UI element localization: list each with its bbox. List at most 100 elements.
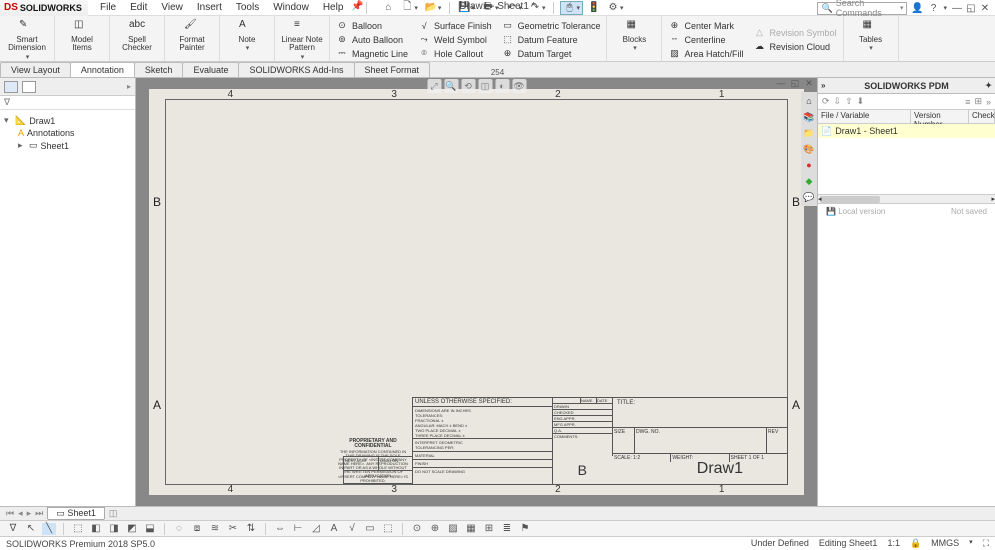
center-mark-button[interactable]: ⊕Center Mark: [668, 19, 743, 32]
zoom-fit-icon[interactable]: ⤢: [427, 79, 441, 93]
prev-view-icon[interactable]: ⟲: [461, 79, 475, 93]
select-button[interactable]: 🖱▾: [560, 1, 583, 15]
hide-show-icon[interactable]: 👁: [512, 79, 526, 93]
crop-view-icon[interactable]: ✂: [226, 523, 240, 535]
aux-view-icon[interactable]: ◩: [125, 523, 139, 535]
minimize-button[interactable]: —: [951, 3, 963, 14]
login-icon[interactable]: 👤: [911, 2, 923, 14]
tab-addins[interactable]: SOLIDWORKS Add-Ins: [238, 62, 354, 77]
geo-tol-tool-icon[interactable]: ▭: [363, 523, 377, 535]
standard-view-icon[interactable]: ◧: [89, 523, 103, 535]
pdm-tree-icon[interactable]: ⊞: [974, 96, 982, 107]
tab-view-layout[interactable]: View Layout: [0, 62, 71, 77]
centerline-button[interactable]: ╌Centerline: [668, 33, 743, 46]
tab-annotation[interactable]: Annotation: [70, 62, 135, 77]
expand-icon[interactable]: ▸: [18, 140, 26, 151]
chamfer-dim-icon[interactable]: ◿: [309, 523, 323, 535]
pdm-options-icon[interactable]: ≡: [965, 97, 970, 107]
menu-edit[interactable]: Edit: [124, 0, 153, 15]
ribbon-tables[interactable]: ▦Tables▾: [844, 16, 899, 61]
status-fullscreen-icon[interactable]: ⛶: [983, 538, 989, 549]
filter-dropdown-icon[interactable]: ∇: [6, 523, 20, 535]
auto-balloon-button[interactable]: ⊚Auto Balloon: [336, 33, 408, 46]
collapse-icon[interactable]: ▾: [4, 115, 12, 126]
open-button[interactable]: 📂▾: [423, 2, 444, 14]
ordinate-icon[interactable]: ⊢: [291, 523, 305, 535]
surface-finish-button[interactable]: √Surface Finish: [418, 19, 492, 32]
ribbon-format-painter[interactable]: 🖌Format Painter: [165, 16, 220, 61]
options-button[interactable]: ⚙▾: [605, 2, 626, 14]
doc-minimize-button[interactable]: —: [775, 78, 787, 88]
ribbon-spell-checker[interactable]: abcSpell Checker: [110, 16, 165, 61]
pdm-get-icon[interactable]: ⬇: [857, 96, 865, 107]
home-button[interactable]: ⌂: [380, 2, 396, 14]
pdm-checkout-icon[interactable]: ⇧: [845, 96, 853, 107]
section-tool-icon[interactable]: ⬓: [143, 523, 157, 535]
help-dropdown-icon[interactable]: ▾: [943, 4, 947, 12]
centermark-tool-icon[interactable]: ⊕: [428, 523, 442, 535]
doc-maximize-button[interactable]: ◱: [789, 78, 801, 88]
close-button[interactable]: ✕: [979, 3, 991, 14]
tab-sheet-format[interactable]: Sheet Format: [354, 62, 431, 77]
sheet-nav-first-icon[interactable]: ⏮: [6, 508, 14, 519]
pdm-col-file[interactable]: File / Variable: [818, 110, 911, 123]
menu-tools[interactable]: Tools: [230, 0, 265, 15]
fm-tab-tree[interactable]: [4, 81, 18, 93]
balloon-tool-icon[interactable]: ⊙: [410, 523, 424, 535]
add-sheet-icon[interactable]: ◫: [109, 508, 118, 519]
fm-tab-props[interactable]: [22, 81, 36, 93]
block-tool-icon[interactable]: ▦: [464, 523, 478, 535]
note-tool-icon[interactable]: A: [327, 523, 341, 535]
fm-filter[interactable]: ∇: [0, 96, 135, 110]
menu-file[interactable]: File: [94, 0, 122, 15]
ribbon-blocks[interactable]: ▦Blocks▾: [607, 16, 662, 61]
maximize-button[interactable]: ◱: [965, 3, 977, 14]
new-button[interactable]: 🗋▾: [399, 2, 420, 14]
datum-feature-button[interactable]: ⬚Datum Feature: [502, 33, 601, 46]
tab-evaluate[interactable]: Evaluate: [182, 62, 239, 77]
ribbon-linear-note[interactable]: ≡Linear Note Pattern▾: [275, 16, 330, 61]
tree-annotations[interactable]: AAnnotations: [4, 127, 131, 139]
scrollbar-thumb[interactable]: [820, 196, 880, 203]
datum-target-button[interactable]: ⊕Datum Target: [502, 47, 601, 60]
pdm-hscrollbar[interactable]: ◂▸: [818, 194, 995, 204]
alt-pos-icon[interactable]: ⇅: [244, 523, 258, 535]
line-tool-icon[interactable]: ╲: [42, 523, 56, 535]
pin-icon[interactable]: 📌: [351, 0, 363, 12]
status-units-dropdown-icon[interactable]: ▾: [969, 538, 973, 549]
doc-close-button[interactable]: ✕: [803, 78, 815, 88]
fm-expand-icon[interactable]: ▸: [127, 82, 131, 91]
tp-view-palette-icon[interactable]: 🎨: [802, 142, 816, 156]
search-input[interactable]: 🔍 Search Commands ▾: [817, 2, 907, 15]
break-icon[interactable]: ≋: [208, 523, 222, 535]
scroll-left-icon[interactable]: ◂: [818, 195, 822, 203]
menu-view[interactable]: View: [155, 0, 189, 15]
dim-tool-icon[interactable]: ⇔: [273, 523, 287, 535]
pdm-pin-icon[interactable]: ✦: [985, 78, 992, 94]
pdm-refresh-icon[interactable]: ⟳: [822, 96, 830, 107]
sheet-nav-prev-icon[interactable]: ◂: [18, 508, 23, 519]
tab-sketch[interactable]: Sketch: [134, 62, 184, 77]
sheet-nav-next-icon[interactable]: ▸: [27, 508, 32, 519]
revision-cloud-button[interactable]: ☁Revision Cloud: [753, 40, 836, 53]
layer-tool-icon[interactable]: ≣: [500, 523, 514, 535]
pdm-col-version[interactable]: Version Number: [911, 110, 969, 123]
area-hatch-button[interactable]: ▨Area Hatch/Fill: [668, 47, 743, 60]
tp-design-library-icon[interactable]: 📚: [802, 110, 816, 124]
pdm-col-checked[interactable]: Check: [969, 110, 995, 123]
status-scale[interactable]: 1:1: [887, 538, 900, 549]
help-icon[interactable]: ?: [927, 2, 939, 14]
sheet-tab-sheet1[interactable]: ▭ Sheet1: [47, 507, 105, 520]
menu-insert[interactable]: Insert: [191, 0, 228, 15]
datum-tool-icon[interactable]: ⬚: [381, 523, 395, 535]
scroll-right-icon[interactable]: ▸: [991, 195, 995, 203]
zoom-area-icon[interactable]: 🔍: [444, 79, 458, 93]
sheet-nav-last-icon[interactable]: ⏭: [35, 508, 43, 519]
display-style-icon[interactable]: ◐: [495, 79, 509, 93]
broken-view-icon[interactable]: ⧈: [190, 523, 204, 535]
detail-view-icon[interactable]: ◌: [172, 523, 186, 535]
tree-root[interactable]: ▾📐Draw1: [4, 114, 131, 127]
projected-view-icon[interactable]: ◨: [107, 523, 121, 535]
drawing-canvas[interactable]: — ◱ ✕ ⤢ 🔍 ⟲ ◫ ◐ 👁 4 3 2 1 4 3 2 1 B B A: [136, 78, 817, 506]
pdm-checkin-icon[interactable]: ⇩: [834, 96, 842, 107]
